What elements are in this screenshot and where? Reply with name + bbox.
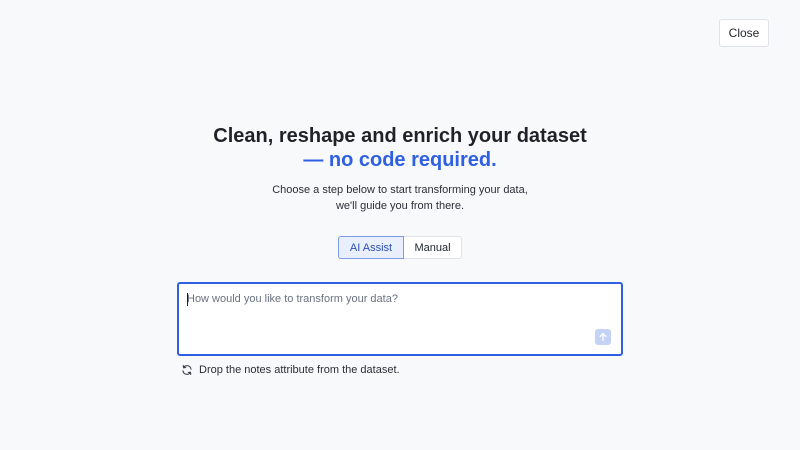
transform-dialog: Close Clean, reshape and enrich your dat… xyxy=(0,0,800,450)
refresh-icon xyxy=(181,364,193,376)
mode-ai-assist-button[interactable]: AI Assist xyxy=(338,236,404,259)
page-subtitle-line1: Choose a step below to start transformin… xyxy=(272,184,528,196)
suggestion-item[interactable]: Drop the notes attribute from the datase… xyxy=(181,362,400,378)
mode-toggle: AI Assist Manual xyxy=(338,236,462,259)
text-caret xyxy=(187,293,188,306)
send-button[interactable] xyxy=(595,329,611,345)
prompt-input[interactable] xyxy=(187,293,577,323)
suggestion-text: Drop the notes attribute from the datase… xyxy=(199,364,400,376)
arrow-up-icon xyxy=(599,332,607,342)
prompt-box xyxy=(177,282,623,356)
page-title-highlight: — no code required. xyxy=(303,149,497,171)
page-subtitle-line2: we'll guide you from there. xyxy=(335,200,465,212)
close-button[interactable]: Close xyxy=(719,19,769,47)
mode-manual-button[interactable]: Manual xyxy=(404,236,462,259)
page-title: Clean, reshape and enrich your dataset xyxy=(213,125,587,147)
